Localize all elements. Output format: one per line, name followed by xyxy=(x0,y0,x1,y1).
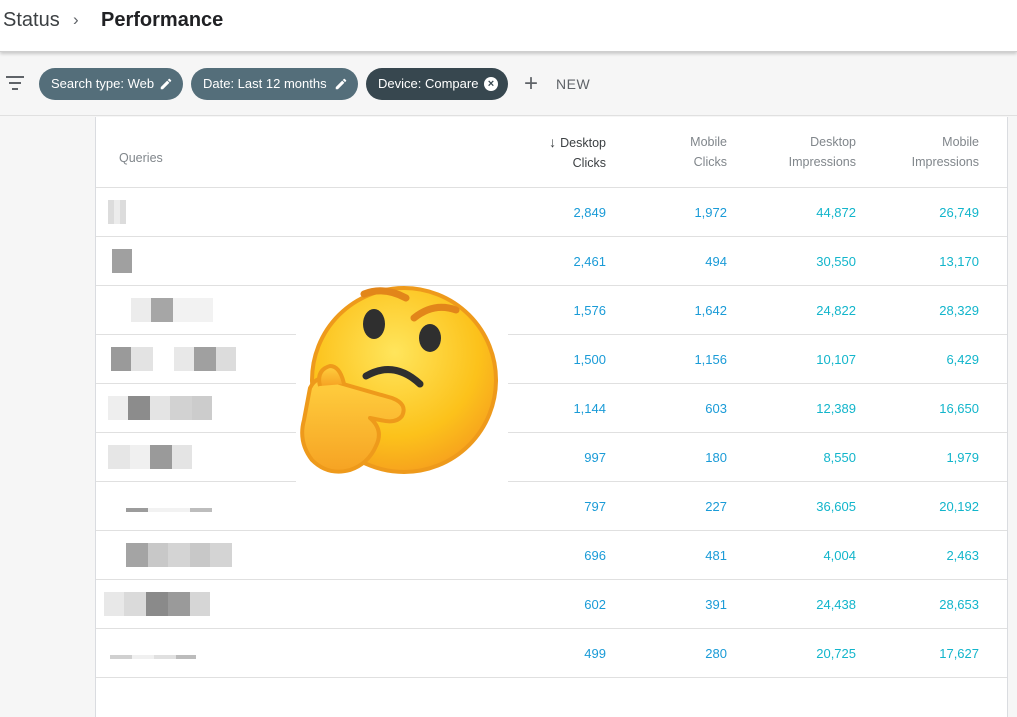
header-line-1: Mobile xyxy=(942,135,979,149)
chevron-right-icon: › xyxy=(73,10,79,29)
queries-table: Queries ↓ Desktop Clicks Mobile Clicks De… xyxy=(95,117,1008,717)
header-line-2: Clicks xyxy=(693,155,727,169)
cell-desktop-clicks: 1,144 xyxy=(573,401,606,416)
cell-mobile-clicks: 180 xyxy=(705,450,727,465)
header-line-2: Impressions xyxy=(911,155,979,169)
table-row[interactable]: 1,500 1,156 10,107 6,429 xyxy=(96,335,1007,384)
column-header-queries[interactable]: Queries xyxy=(119,148,163,168)
column-header-desktop-clicks[interactable]: ↓ Desktop Clicks xyxy=(506,132,606,173)
filter-icon[interactable] xyxy=(6,76,24,90)
new-filter-label: NEW xyxy=(556,76,591,92)
cell-mobile-impressions: 17,627 xyxy=(939,646,979,661)
column-header-desktop-impressions[interactable]: Desktop Impressions xyxy=(756,132,856,172)
cell-mobile-impressions: 26,749 xyxy=(939,205,979,220)
app-header: Status › Performance xyxy=(0,0,1017,52)
table-row[interactable]: 1,576 1,642 24,822 28,329 xyxy=(96,286,1007,335)
cell-desktop-impressions: 24,438 xyxy=(816,597,856,612)
cell-desktop-clicks: 499 xyxy=(584,646,606,661)
chip-device[interactable]: Device: Compare × xyxy=(366,68,508,100)
cell-desktop-clicks: 1,576 xyxy=(573,303,606,318)
table-row[interactable]: 2,461 494 30,550 13,170 xyxy=(96,237,1007,286)
page-title: Performance xyxy=(101,9,224,31)
cell-mobile-clicks: 494 xyxy=(705,254,727,269)
cell-mobile-clicks: 391 xyxy=(705,597,727,612)
filter-bar: Search type: Web Date: Last 12 months De… xyxy=(0,54,1017,116)
header-line-2: Clicks xyxy=(572,156,606,170)
header-line-1: Desktop xyxy=(560,136,606,150)
table-row[interactable]: 1,144 603 12,389 16,650 xyxy=(96,384,1007,433)
cell-mobile-impressions: 2,463 xyxy=(946,548,979,563)
cell-mobile-clicks: 603 xyxy=(705,401,727,416)
cell-mobile-impressions: 13,170 xyxy=(939,254,979,269)
table-row[interactable]: 797 227 36,605 20,192 xyxy=(96,482,1007,531)
breadcrumb-status[interactable]: Status xyxy=(3,9,60,32)
plus-icon: + xyxy=(524,70,539,97)
edit-icon[interactable] xyxy=(334,77,348,91)
cell-mobile-impressions: 20,192 xyxy=(939,499,979,514)
cell-desktop-clicks: 2,461 xyxy=(573,254,606,269)
chip-label: Search type: Web xyxy=(51,76,155,91)
cell-desktop-impressions: 36,605 xyxy=(816,499,856,514)
cell-desktop-impressions: 4,004 xyxy=(823,548,856,563)
cell-desktop-clicks: 797 xyxy=(584,499,606,514)
header-line-2: Impressions xyxy=(788,155,856,169)
cell-desktop-impressions: 20,725 xyxy=(816,646,856,661)
cell-mobile-impressions: 6,429 xyxy=(946,352,979,367)
cell-desktop-clicks: 1,500 xyxy=(573,352,606,367)
column-header-mobile-impressions[interactable]: Mobile Impressions xyxy=(879,132,979,172)
thinking-face-emoji xyxy=(300,286,498,474)
cell-mobile-impressions: 28,653 xyxy=(939,597,979,612)
cell-mobile-clicks: 481 xyxy=(705,548,727,563)
table-row[interactable]: 696 481 4,004 2,463 xyxy=(96,531,1007,580)
cell-desktop-impressions: 8,550 xyxy=(823,450,856,465)
chip-label: Date: Last 12 months xyxy=(203,76,327,91)
cell-desktop-impressions: 10,107 xyxy=(816,352,856,367)
close-icon[interactable]: × xyxy=(484,77,498,91)
table-row[interactable]: 499 280 20,725 17,627 xyxy=(96,629,1007,678)
cell-desktop-clicks: 997 xyxy=(584,450,606,465)
cell-mobile-impressions: 1,979 xyxy=(946,450,979,465)
header-line-1: Desktop xyxy=(810,135,856,149)
cell-desktop-impressions: 24,822 xyxy=(816,303,856,318)
table-row[interactable]: 2,849 1,972 44,872 26,749 xyxy=(96,188,1007,237)
arrow-down-icon: ↓ xyxy=(549,134,557,150)
cell-desktop-clicks: 602 xyxy=(584,597,606,612)
cell-mobile-clicks: 1,156 xyxy=(694,352,727,367)
cell-mobile-impressions: 16,650 xyxy=(939,401,979,416)
cell-mobile-impressions: 28,329 xyxy=(939,303,979,318)
table-row[interactable]: 602 391 24,438 28,653 xyxy=(96,580,1007,629)
edit-icon[interactable] xyxy=(159,77,173,91)
cell-desktop-clicks: 696 xyxy=(584,548,606,563)
header-line-1: Mobile xyxy=(690,135,727,149)
cell-mobile-clicks: 1,642 xyxy=(694,303,727,318)
chip-date[interactable]: Date: Last 12 months xyxy=(191,68,358,100)
chip-label: Device: Compare xyxy=(378,76,479,91)
chip-search-type[interactable]: Search type: Web xyxy=(39,68,183,100)
cell-mobile-clicks: 1,972 xyxy=(694,205,727,220)
table-row[interactable]: 997 180 8,550 1,979 xyxy=(96,433,1007,482)
cell-desktop-clicks: 2,849 xyxy=(573,205,606,220)
cell-mobile-clicks: 227 xyxy=(705,499,727,514)
cell-desktop-impressions: 12,389 xyxy=(816,401,856,416)
cell-desktop-impressions: 30,550 xyxy=(816,254,856,269)
cell-desktop-impressions: 44,872 xyxy=(816,205,856,220)
cell-mobile-clicks: 280 xyxy=(705,646,727,661)
column-header-mobile-clicks[interactable]: Mobile Clicks xyxy=(627,132,727,172)
